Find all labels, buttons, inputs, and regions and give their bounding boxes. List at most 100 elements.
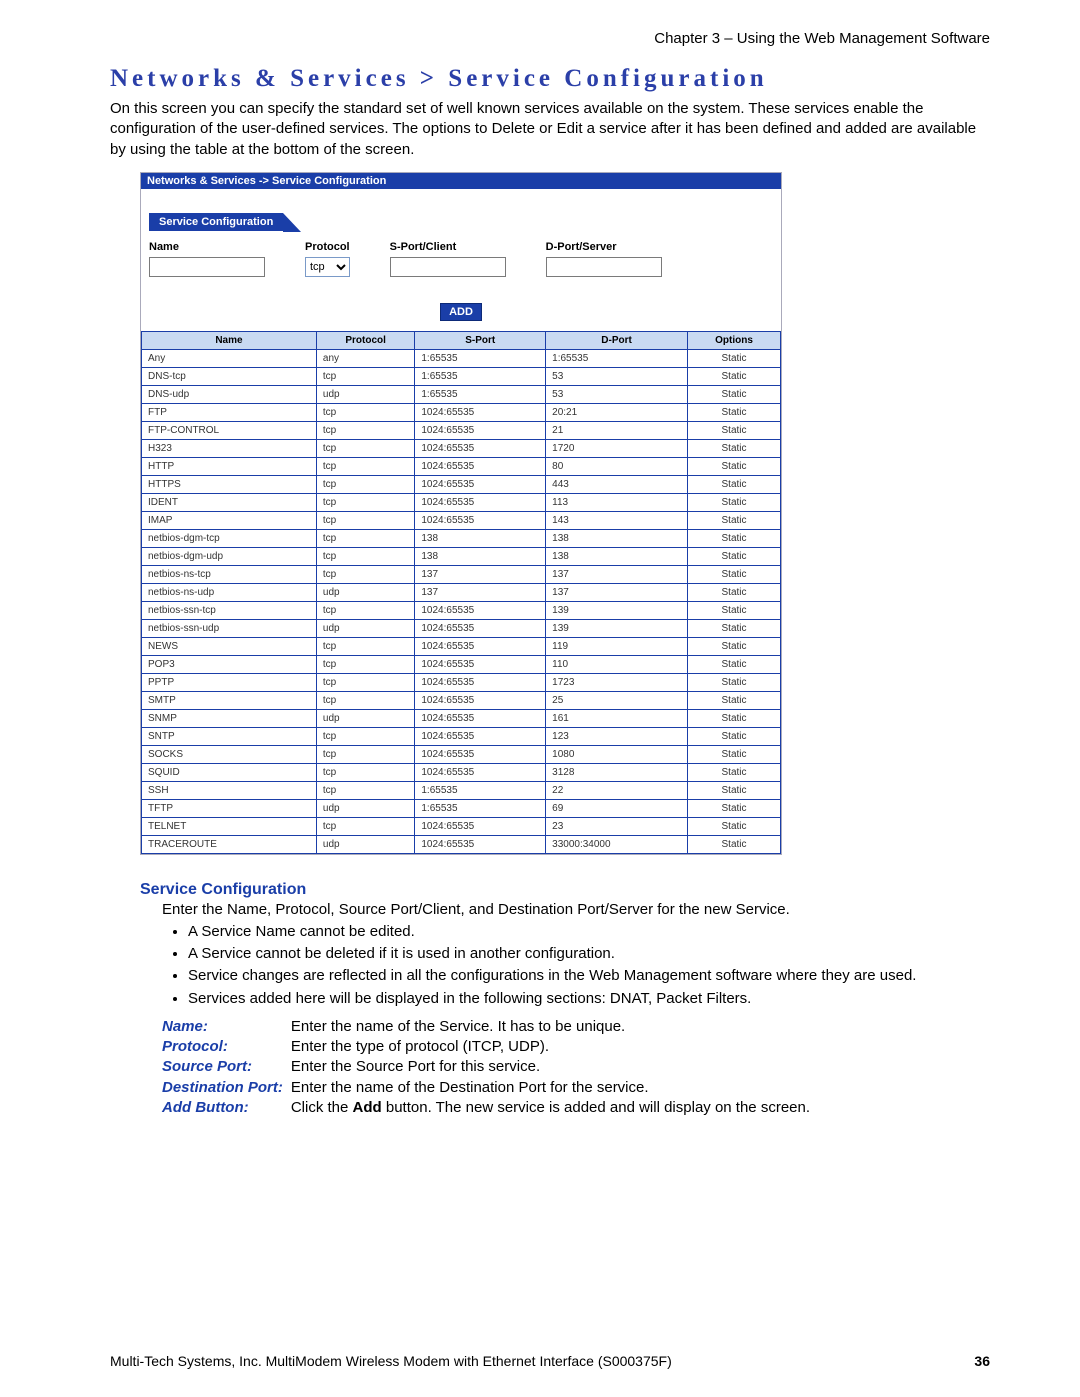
table-cell: SMTP — [142, 691, 317, 709]
table-cell: Static — [688, 745, 781, 763]
add-button[interactable]: ADD — [440, 303, 482, 321]
service-config-intro: Enter the Name, Protocol, Source Port/Cl… — [162, 901, 990, 918]
table-cell: Static — [688, 493, 781, 511]
table-cell: 1024:65535 — [415, 511, 546, 529]
table-header: Options — [688, 331, 781, 349]
table-cell: TFTP — [142, 799, 317, 817]
table-cell: 1080 — [546, 745, 688, 763]
table-cell: netbios-ssn-tcp — [142, 601, 317, 619]
form-row: Name Protocol tcp S-Port/Client D-Port/S… — [141, 231, 781, 281]
table-cell: 1024:65535 — [415, 835, 546, 853]
table-header: S-Port — [415, 331, 546, 349]
breadcrumb: Networks & Services -> Service Configura… — [141, 173, 781, 189]
table-cell: udp — [316, 583, 414, 601]
intro-text: On this screen you can specify the stand… — [110, 99, 990, 160]
table-cell: 1024:65535 — [415, 817, 546, 835]
table-cell: 137 — [415, 565, 546, 583]
table-cell: IDENT — [142, 493, 317, 511]
table-cell: 113 — [546, 493, 688, 511]
table-cell: 139 — [546, 601, 688, 619]
table-row: PPTPtcp1024:655351723Static — [142, 673, 781, 691]
table-cell: 3128 — [546, 763, 688, 781]
table-cell: tcp — [316, 529, 414, 547]
table-cell: 1024:65535 — [415, 619, 546, 637]
table-cell: 20:21 — [546, 403, 688, 421]
table-cell: 1:65535 — [415, 781, 546, 799]
table-cell: Static — [688, 655, 781, 673]
table-cell: 119 — [546, 637, 688, 655]
field-label: Source Port: — [162, 1057, 291, 1077]
table-cell: Static — [688, 835, 781, 853]
table-row: FTP-CONTROLtcp1024:6553521Static — [142, 421, 781, 439]
table-cell: 1024:65535 — [415, 493, 546, 511]
table-cell: NEWS — [142, 637, 317, 655]
table-cell: tcp — [316, 421, 414, 439]
name-input[interactable] — [149, 257, 265, 277]
table-cell: Static — [688, 619, 781, 637]
table-cell: FTP — [142, 403, 317, 421]
table-cell: DNS-tcp — [142, 367, 317, 385]
table-cell: Static — [688, 583, 781, 601]
field-text: Enter the name of the Destination Port f… — [291, 1078, 818, 1098]
chapter-header: Chapter 3 – Using the Web Management Sof… — [110, 30, 990, 47]
table-cell: Static — [688, 763, 781, 781]
list-item: Services added here will be displayed in… — [188, 989, 990, 1009]
dport-input[interactable] — [546, 257, 662, 277]
table-cell: POP3 — [142, 655, 317, 673]
table-row: SQUIDtcp1024:655353128Static — [142, 763, 781, 781]
table-cell: 1:65535 — [415, 385, 546, 403]
list-item: A Service Name cannot be edited. — [188, 922, 990, 942]
table-cell: 161 — [546, 709, 688, 727]
table-cell: tcp — [316, 511, 414, 529]
table-cell: tcp — [316, 745, 414, 763]
table-cell: Static — [688, 601, 781, 619]
table-cell: tcp — [316, 475, 414, 493]
table-cell: 80 — [546, 457, 688, 475]
field-text: Enter the type of protocol (ITCP, UDP). — [291, 1037, 818, 1057]
table-cell: DNS-udp — [142, 385, 317, 403]
table-cell: 25 — [546, 691, 688, 709]
table-row: H323tcp1024:655351720Static — [142, 439, 781, 457]
table-cell: SSH — [142, 781, 317, 799]
table-cell: IMAP — [142, 511, 317, 529]
table-cell: any — [316, 349, 414, 367]
services-table: NameProtocolS-PortD-PortOptions Anyany1:… — [141, 331, 781, 854]
table-cell: 1024:65535 — [415, 655, 546, 673]
table-cell: 139 — [546, 619, 688, 637]
table-cell: udp — [316, 619, 414, 637]
field-label: Protocol: — [162, 1037, 291, 1057]
table-row: netbios-ssn-udpudp1024:65535139Static — [142, 619, 781, 637]
table-cell: HTTP — [142, 457, 317, 475]
table-cell: 138 — [415, 547, 546, 565]
table-row: IDENTtcp1024:65535113Static — [142, 493, 781, 511]
table-cell: tcp — [316, 565, 414, 583]
table-row: SOCKStcp1024:655351080Static — [142, 745, 781, 763]
field-text: Click the Add button. The new service is… — [291, 1098, 818, 1118]
table-cell: tcp — [316, 457, 414, 475]
sport-input[interactable] — [390, 257, 506, 277]
table-cell: 137 — [415, 583, 546, 601]
table-cell: Static — [688, 565, 781, 583]
table-row: IMAPtcp1024:65535143Static — [142, 511, 781, 529]
protocol-select[interactable]: tcp — [305, 257, 350, 277]
table-cell: netbios-ssn-udp — [142, 619, 317, 637]
table-row: TRACEROUTEudp1024:6553533000:34000Static — [142, 835, 781, 853]
table-cell: Static — [688, 817, 781, 835]
table-cell: tcp — [316, 367, 414, 385]
table-cell: 1024:65535 — [415, 403, 546, 421]
table-cell: PPTP — [142, 673, 317, 691]
table-cell: SNMP — [142, 709, 317, 727]
table-cell: tcp — [316, 691, 414, 709]
table-row: SNMPudp1024:65535161Static — [142, 709, 781, 727]
table-cell: 1024:65535 — [415, 439, 546, 457]
table-row: POP3tcp1024:65535110Static — [142, 655, 781, 673]
table-cell: netbios-dgm-udp — [142, 547, 317, 565]
table-cell: 1024:65535 — [415, 745, 546, 763]
table-cell: tcp — [316, 673, 414, 691]
table-row: DNS-tcptcp1:6553553Static — [142, 367, 781, 385]
table-cell: netbios-ns-tcp — [142, 565, 317, 583]
table-cell: Static — [688, 421, 781, 439]
table-row: NEWStcp1024:65535119Static — [142, 637, 781, 655]
table-row: HTTPtcp1024:6553580Static — [142, 457, 781, 475]
table-cell: udp — [316, 709, 414, 727]
